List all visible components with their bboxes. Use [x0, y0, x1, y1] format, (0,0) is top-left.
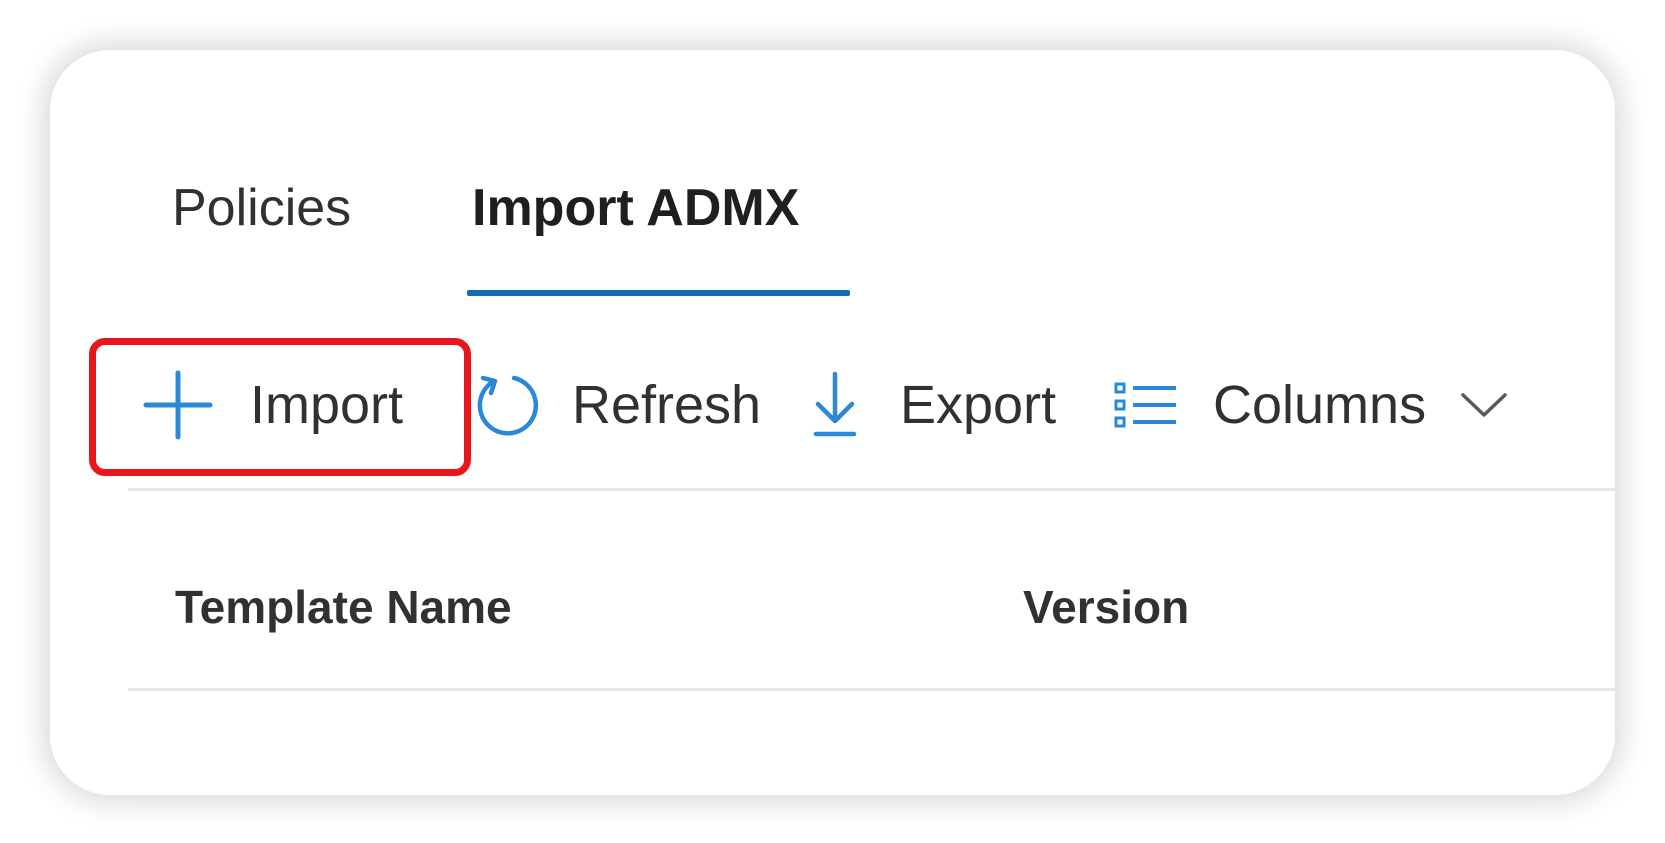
columns-button[interactable]: Columns	[1113, 360, 1508, 450]
refresh-button[interactable]: Refresh	[474, 360, 761, 450]
tab-bar: Policies Import ADMX	[50, 50, 1615, 320]
export-label: Export	[900, 375, 1057, 435]
column-header-version[interactable]: Version	[1023, 580, 1189, 634]
plus-icon	[142, 369, 214, 441]
export-button[interactable]: Export	[810, 360, 1056, 450]
chevron-down-icon	[1460, 391, 1508, 419]
column-header-template-name[interactable]: Template Name	[175, 580, 512, 634]
import-label: Import	[250, 375, 404, 435]
header-divider	[128, 688, 1615, 691]
selected-tab-indicator	[467, 290, 850, 296]
command-bar: Import Refresh Export Columns	[50, 330, 1615, 480]
columns-label: Columns	[1213, 375, 1427, 435]
refresh-label: Refresh	[572, 375, 762, 435]
admx-panel: Policies Import ADMX Import Refresh Expo…	[50, 50, 1615, 795]
toolbar-divider	[128, 488, 1615, 491]
columns-list-icon	[1113, 380, 1179, 430]
import-button[interactable]: Import	[142, 360, 403, 450]
download-icon	[810, 370, 860, 440]
tab-policies[interactable]: Policies	[172, 178, 351, 238]
tab-import-admx[interactable]: Import ADMX	[472, 178, 799, 238]
refresh-icon	[474, 372, 540, 438]
